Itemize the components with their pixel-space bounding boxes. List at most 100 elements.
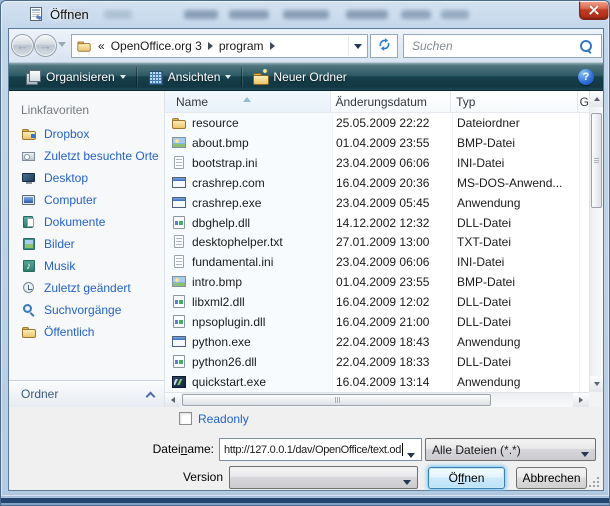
table-row[interactable]: libxml2.dll 16.04.2009 12:02 DLL-Datei (165, 292, 589, 312)
forward-button[interactable]: → (34, 34, 57, 57)
table-row[interactable]: crashrep.exe 23.04.2009 05:45 Anwendung (165, 193, 589, 213)
file-date: 01.04.2009 23:55 (332, 275, 452, 289)
version-select[interactable] (229, 466, 418, 489)
filetype-select[interactable]: Alle Dateien (*.*) (425, 438, 596, 461)
scroll-left-button[interactable] (165, 393, 181, 407)
triangle-down-icon (594, 382, 600, 389)
dll-icon (171, 354, 187, 370)
table-row[interactable]: fundamental.ini 23.04.2009 06:06 INI-Dat… (165, 252, 589, 272)
cancel-button[interactable]: Abbrechen (516, 467, 587, 489)
chevron-down-icon (225, 75, 231, 82)
resize-grip[interactable] (588, 476, 599, 487)
table-row[interactable]: intro.bmp 01.04.2009 23:55 BMP-Datei (165, 272, 589, 292)
address-dropdown-button[interactable] (348, 36, 366, 56)
file-name: about.bmp (192, 136, 249, 150)
table-row[interactable]: desktophelper.txt 27.01.2009 13:00 TXT-D… (165, 233, 589, 253)
window-frame-bottom (1, 491, 609, 498)
dialog-client-area: ← → « OpenOffice.org 3 program (8, 28, 604, 491)
file-type: Anwendung (452, 196, 579, 210)
scroll-right-button[interactable] (573, 393, 589, 407)
chevron-down-icon (581, 452, 589, 461)
pictures-icon (21, 236, 37, 252)
column-header-type[interactable]: Typ (451, 91, 578, 112)
horizontal-scroll-thumb[interactable] (182, 394, 491, 406)
sidebar-item-label: Zuletzt geändert (44, 281, 131, 295)
sidebar-item-dokumente[interactable]: Dokumente (9, 211, 164, 233)
search-icon[interactable] (580, 40, 593, 53)
sidebar-item-zuletzt-besuchte-orte[interactable]: Zuletzt besuchte Orte (9, 145, 164, 167)
chevron-up-icon (146, 391, 156, 401)
list-header: Name Änderungsdatum Typ G (165, 91, 589, 113)
filetype-value: Alle Dateien (*.*) (432, 443, 521, 457)
column-header-date[interactable]: Änderungsdatum (331, 91, 451, 112)
sidebar-item-computer[interactable]: Computer (9, 189, 164, 211)
sidebar-item-dropbox[interactable]: Dropbox (9, 123, 164, 145)
sidebar-item-suchvorgaenge[interactable]: Suchvorgänge (9, 299, 164, 321)
file-date: 16.04.2009 21:00 (332, 315, 452, 329)
app-icon (171, 334, 187, 350)
documents-icon (21, 214, 37, 230)
back-button[interactable]: ← (11, 34, 34, 57)
sidebar-item-zuletzt-geaendert[interactable]: Zuletzt geändert (9, 277, 164, 299)
scroll-down-button[interactable] (590, 376, 603, 392)
table-row[interactable]: python26.dll 22.04.2009 18:33 DLL-Datei (165, 352, 589, 372)
open-file-dialog: Öffnen ← → « OpenOffice.org 3 program (0, 0, 610, 506)
file-name: libxml2.dll (192, 295, 245, 309)
table-row[interactable]: resource 25.05.2009 22:22 Dateiordner (165, 113, 589, 133)
file-type: BMP-Datei (452, 275, 579, 289)
file-date: 16.04.2009 12:02 (332, 295, 452, 309)
vertical-scrollbar[interactable] (589, 91, 603, 392)
window-title: Öffnen (50, 7, 89, 22)
breadcrumb[interactable]: « OpenOffice.org 3 program (71, 34, 368, 58)
file-type: DLL-Datei (452, 355, 579, 369)
file-type: DLL-Datei (452, 216, 579, 230)
file-type: DLL-Datei (452, 295, 579, 309)
breadcrumb-arrow-icon[interactable] (208, 42, 213, 50)
table-row[interactable]: bootstrap.ini 23.04.2009 06:06 INI-Datei (165, 153, 589, 173)
file-type: MS-DOS-Anwend... (452, 176, 579, 190)
table-row[interactable]: dbghelp.dll 14.12.2002 12:32 DLL-Datei (165, 213, 589, 233)
sidebar-item-desktop[interactable]: Desktop (9, 167, 164, 189)
table-row[interactable]: about.bmp 01.04.2009 23:55 BMP-Datei (165, 133, 589, 153)
sidebar-item-oeffentlich[interactable]: Öffentlich (9, 321, 164, 343)
breadcrumb-overflow-chevron[interactable]: « (98, 39, 105, 53)
sidebar-item-bilder[interactable]: Bilder (9, 233, 164, 255)
horizontal-scrollbar[interactable] (165, 392, 589, 407)
navigation-bar: ← → « OpenOffice.org 3 program (9, 29, 603, 63)
dll-icon (171, 294, 187, 310)
column-header-name[interactable]: Name (165, 91, 331, 112)
titlebar[interactable]: Öffnen (1, 1, 609, 28)
dll-icon (171, 314, 187, 330)
blurred-background-text (229, 10, 269, 19)
desktop-icon (21, 170, 37, 186)
search-input[interactable] (410, 37, 570, 55)
filename-input[interactable]: http://127.0.0.1/dav/OpenOffice/text.odt (219, 438, 422, 461)
table-row[interactable]: crashrep.com 16.04.2009 20:36 MS-DOS-Anw… (165, 173, 589, 193)
forward-icon: → (39, 39, 52, 52)
history-chevron-icon[interactable] (58, 42, 66, 51)
sidebar-item-musik[interactable]: Musik (9, 255, 164, 277)
close-button[interactable] (579, 1, 609, 20)
toolbar: Organisieren Ansichten Neuer Ordner (9, 63, 603, 91)
breadcrumb-segment[interactable]: program (219, 39, 264, 53)
help-button[interactable] (578, 69, 594, 85)
open-button[interactable]: Öffnen (428, 467, 505, 489)
folders-expander[interactable]: Ordner (9, 380, 164, 407)
column-header-size[interactable]: G (578, 91, 589, 112)
table-row[interactable]: quickstart.exe 16.04.2009 13:14 Anwendun… (165, 372, 589, 392)
breadcrumb-segment[interactable]: OpenOffice.org 3 (111, 39, 202, 53)
grid-icon (147, 69, 163, 85)
file-date: 01.04.2009 23:55 (332, 136, 452, 150)
table-row[interactable]: npsoplugin.dll 16.04.2009 21:00 DLL-Date… (165, 312, 589, 332)
scroll-up-button[interactable] (590, 91, 603, 107)
chevron-down-icon[interactable] (407, 453, 415, 462)
table-row[interactable]: python.exe 22.04.2009 18:43 Anwendung (165, 332, 589, 352)
new-folder-button[interactable]: Neuer Ordner (244, 65, 354, 89)
organize-button[interactable]: Organisieren (17, 65, 134, 89)
refresh-button[interactable] (370, 34, 398, 58)
views-button[interactable]: Ansichten (139, 65, 240, 89)
readonly-checkbox[interactable] (179, 412, 192, 425)
vertical-scroll-thumb[interactable] (591, 113, 602, 208)
breadcrumb-arrow-icon[interactable] (270, 42, 275, 50)
blurred-background-text (283, 10, 329, 19)
